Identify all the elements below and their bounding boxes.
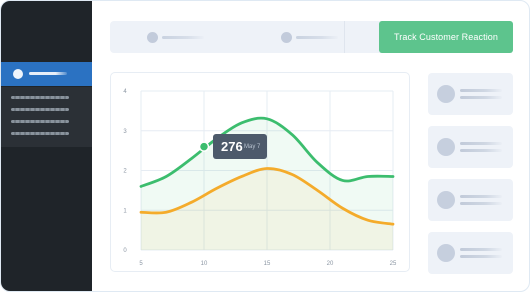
side-card-line <box>460 195 502 198</box>
sidebar-subitem-2[interactable] <box>11 108 69 111</box>
tab-1[interactable] <box>110 21 235 53</box>
y-tick-label: 1 <box>123 208 127 214</box>
side-card-1[interactable] <box>428 73 513 115</box>
sidebar-item-label-placeholder <box>29 72 67 75</box>
sidebar-subitem-4[interactable] <box>11 132 69 135</box>
sidebar-item-active[interactable] <box>1 62 92 86</box>
tab-2[interactable] <box>235 21 379 53</box>
side-card-line <box>460 89 502 92</box>
side-card-4[interactable] <box>428 232 513 274</box>
highlight-point <box>198 141 210 152</box>
sidebar-subitem-3[interactable] <box>11 120 69 123</box>
side-card-line <box>460 96 502 99</box>
tab-2-label-placeholder <box>296 36 338 39</box>
y-tick-label: 2 <box>123 169 127 175</box>
avatar <box>437 138 455 156</box>
tab-track-customer-reaction[interactable]: Track Customer Reaction <box>379 21 513 53</box>
sidebar-submenu <box>1 87 92 147</box>
tab-1-label-placeholder <box>162 36 204 39</box>
side-card-line <box>460 142 502 145</box>
x-tick-label: 15 <box>264 261 271 267</box>
tooltip-date: May 7 <box>244 144 261 150</box>
x-tick-label: 20 <box>327 261 334 267</box>
sidebar <box>1 1 92 291</box>
y-tick-label: 0 <box>123 248 127 254</box>
side-card-line <box>460 248 502 251</box>
chart-card: 5 10 15 20 25 0 1 2 3 4 <box>110 72 410 272</box>
sidebar-item-icon <box>13 69 23 79</box>
side-card-3[interactable] <box>428 179 513 221</box>
y-tick-label: 4 <box>123 89 127 95</box>
tooltip-value: 276 <box>221 139 243 154</box>
y-tick-label: 3 <box>123 129 127 135</box>
line-chart: 5 10 15 20 25 0 1 2 3 4 <box>123 89 397 267</box>
x-tick-label: 5 <box>139 261 143 267</box>
side-card-2[interactable] <box>428 126 513 168</box>
chart-tooltip: 276 May 7 <box>213 134 267 159</box>
tab-1-icon <box>147 32 158 43</box>
avatar <box>437 244 455 262</box>
avatar <box>437 85 455 103</box>
x-tick-label: 10 <box>201 261 208 267</box>
x-tick-label: 25 <box>390 261 397 267</box>
app-window: Track Customer Reaction 5 10 15 20 25 0 1 2 3 4 2… <box>0 0 530 292</box>
tab-2-icon <box>281 32 292 43</box>
side-card-line <box>460 202 502 205</box>
side-card-line <box>460 149 502 152</box>
side-card-line <box>460 255 502 258</box>
avatar <box>437 191 455 209</box>
sidebar-subitem-1[interactable] <box>11 96 69 99</box>
